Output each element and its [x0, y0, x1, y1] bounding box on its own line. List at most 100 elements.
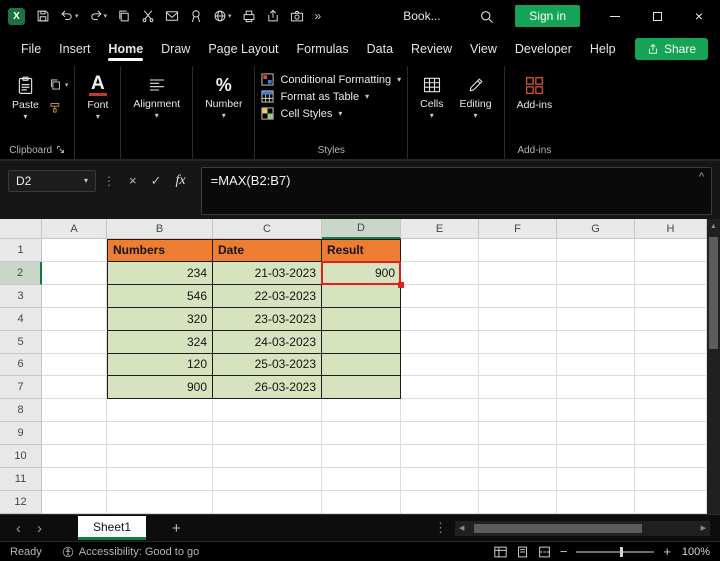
cell-G10[interactable]	[557, 445, 635, 469]
vertical-scroll-thumb[interactable]	[709, 237, 718, 349]
add-sheet-button[interactable]: +	[160, 520, 193, 537]
cell-C1[interactable]: Date	[213, 239, 322, 262]
cell-G2[interactable]	[557, 261, 635, 285]
cell-G1[interactable]	[557, 239, 635, 262]
row-header-4[interactable]: 4	[0, 307, 42, 331]
cell-F11[interactable]	[479, 468, 557, 491]
cell-D12[interactable]	[322, 490, 401, 514]
cells-button[interactable]: Cells ▾	[414, 70, 449, 120]
paste-button[interactable]: Paste ▾	[6, 70, 45, 121]
row-header-5[interactable]: 5	[0, 330, 42, 354]
enter-formula-button[interactable]: ✓	[144, 173, 169, 189]
cell-H4[interactable]	[635, 307, 707, 331]
cell-F1[interactable]	[479, 239, 557, 262]
tab-page-layout[interactable]: Page Layout	[199, 34, 287, 64]
cell-C9[interactable]	[213, 422, 322, 446]
cell-C5[interactable]: 24-03-2023	[213, 330, 322, 354]
tab-help[interactable]: Help	[581, 34, 625, 64]
cell-H11[interactable]	[635, 468, 707, 491]
cell-D5[interactable]	[322, 330, 401, 354]
row-header-9[interactable]: 9	[0, 422, 42, 446]
cell-H7[interactable]	[635, 376, 707, 400]
cell-H10[interactable]	[635, 445, 707, 469]
zoom-slider[interactable]	[576, 546, 655, 558]
cell-H12[interactable]	[635, 490, 707, 514]
sheet-tab-sheet1[interactable]: Sheet1	[78, 516, 147, 540]
cell-C3[interactable]: 22-03-2023	[213, 284, 322, 308]
cell-B11[interactable]	[107, 468, 213, 491]
globe-caret-icon[interactable]: ▾	[228, 12, 232, 20]
row-header-12[interactable]: 12	[0, 490, 42, 514]
camera-icon[interactable]	[287, 4, 307, 28]
tab-review[interactable]: Review	[402, 34, 461, 64]
share-button[interactable]: Share	[634, 38, 708, 60]
column-header-G[interactable]: G	[557, 219, 635, 239]
cell-A7[interactable]	[42, 376, 107, 400]
row-header-2[interactable]: 2	[0, 261, 42, 285]
toolbar-overflow-icon[interactable]: »	[311, 9, 326, 23]
cell-E10[interactable]	[401, 445, 479, 469]
cell-E1[interactable]	[401, 239, 479, 262]
cancel-formula-button[interactable]: ×	[122, 173, 144, 188]
addins-button[interactable]: Add-ins	[511, 70, 559, 111]
row-header-3[interactable]: 3	[0, 284, 42, 308]
format-painter-button[interactable]	[49, 101, 69, 114]
cell-D10[interactable]	[322, 445, 401, 469]
cell-D4[interactable]	[322, 307, 401, 331]
vertical-scrollbar[interactable]: ▲	[707, 219, 720, 514]
cell-E6[interactable]	[401, 353, 479, 377]
cell-C6[interactable]: 25-03-2023	[213, 353, 322, 377]
cell-B8[interactable]	[107, 399, 213, 423]
cell-C4[interactable]: 23-03-2023	[213, 307, 322, 331]
cell-A5[interactable]	[42, 330, 107, 354]
tab-home[interactable]: Home	[99, 34, 152, 64]
column-header-A[interactable]: A	[42, 219, 107, 239]
row-header-6[interactable]: 6	[0, 353, 42, 377]
cell-E9[interactable]	[401, 422, 479, 446]
cell-G3[interactable]	[557, 284, 635, 308]
accessibility-checker-button[interactable]: Accessibility: Good to go	[62, 546, 199, 558]
sheet-nav-left-icon[interactable]: ‹	[8, 520, 29, 537]
cell-D6[interactable]	[322, 353, 401, 377]
zoom-level-label[interactable]: 100%	[680, 546, 710, 558]
cell-D11[interactable]	[322, 468, 401, 491]
export-icon[interactable]	[263, 4, 283, 28]
cut-icon[interactable]	[138, 4, 158, 28]
cell-F4[interactable]	[479, 307, 557, 331]
editing-button[interactable]: Editing ▾	[453, 70, 497, 120]
cell-D1[interactable]: Result	[322, 239, 401, 262]
tab-insert[interactable]: Insert	[50, 34, 99, 64]
row-header-11[interactable]: 11	[0, 468, 42, 491]
printer-icon[interactable]	[239, 4, 259, 28]
scroll-left-icon[interactable]: ◀	[455, 524, 468, 532]
formula-bar-kebab-icon[interactable]: ⋮	[96, 174, 122, 188]
mail-icon[interactable]	[162, 4, 182, 28]
cell-E7[interactable]	[401, 376, 479, 400]
column-header-C[interactable]: C	[213, 219, 322, 239]
tab-view[interactable]: View	[461, 34, 506, 64]
cell-G12[interactable]	[557, 490, 635, 514]
collapse-formula-bar-icon[interactable]: ^	[699, 171, 704, 183]
formula-input[interactable]: =MAX(B2:B7) ^	[200, 167, 712, 215]
cell-G7[interactable]	[557, 376, 635, 400]
cell-G8[interactable]	[557, 399, 635, 423]
cell-D2[interactable]: 900	[321, 260, 404, 288]
cell-A1[interactable]	[42, 239, 107, 262]
zoom-in-button[interactable]: +	[663, 544, 671, 559]
cell-F6[interactable]	[479, 353, 557, 377]
cell-A12[interactable]	[42, 490, 107, 514]
cell-H1[interactable]	[635, 239, 707, 262]
cell-F9[interactable]	[479, 422, 557, 446]
cell-styles-button[interactable]: Cell Styles ▾	[261, 107, 401, 120]
select-all-button[interactable]	[0, 219, 42, 239]
cell-H6[interactable]	[635, 353, 707, 377]
cell-B12[interactable]	[107, 490, 213, 514]
cell-C8[interactable]	[213, 399, 322, 423]
cell-A4[interactable]	[42, 307, 107, 331]
cell-F8[interactable]	[479, 399, 557, 423]
cell-G11[interactable]	[557, 468, 635, 491]
search-icon[interactable]	[471, 0, 501, 32]
cell-A8[interactable]	[42, 399, 107, 423]
name-box[interactable]: D2 ▾	[8, 170, 96, 192]
sign-in-button[interactable]: Sign in	[515, 5, 580, 27]
